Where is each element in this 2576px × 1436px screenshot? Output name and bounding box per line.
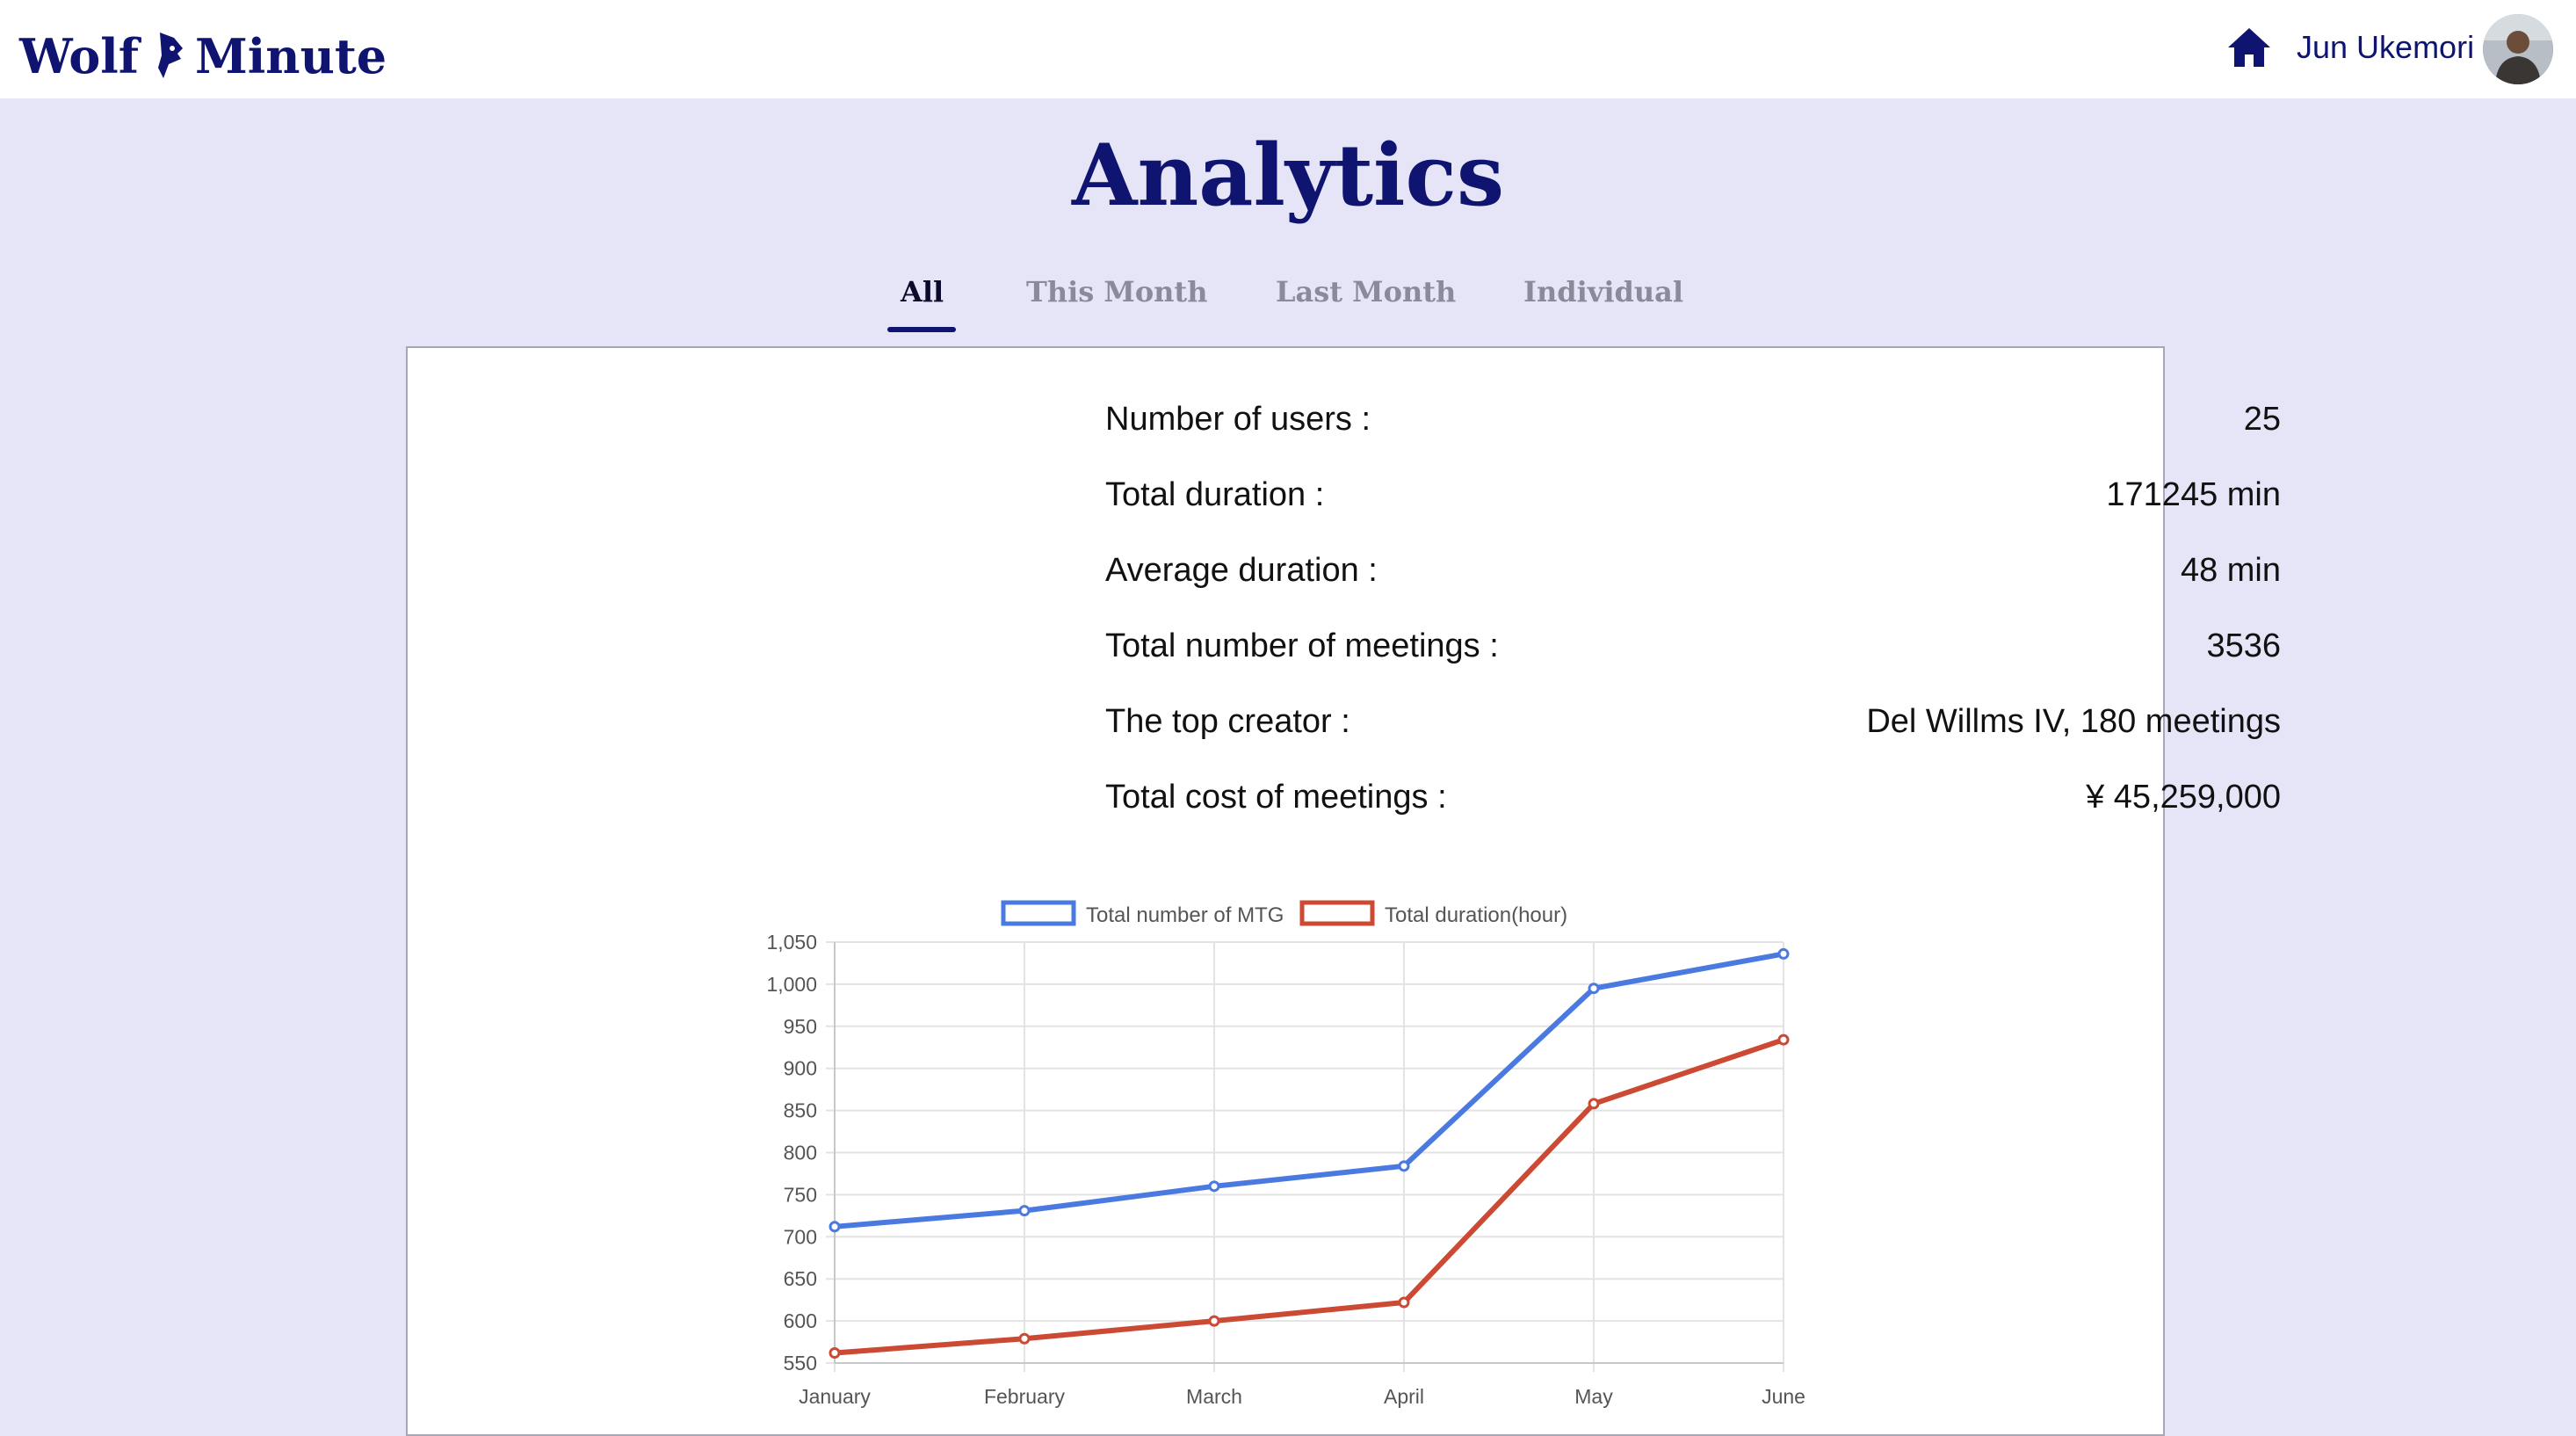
y-tick-label: 1,050: [766, 931, 817, 954]
x-tick-label: May: [1574, 1385, 1613, 1408]
x-tick-label: June: [1762, 1385, 1805, 1408]
legend-label: Total duration(hour): [1385, 903, 1567, 927]
y-tick-label: 650: [784, 1267, 817, 1290]
data-point: [1398, 1296, 1410, 1309]
x-tick-label: March: [1186, 1385, 1242, 1408]
legend-swatch: [1299, 900, 1375, 926]
y-tick-label: 900: [784, 1057, 817, 1080]
legend-label: Total number of MTG: [1086, 903, 1284, 927]
data-point: [1018, 1205, 1031, 1217]
series-line-2: [834, 1037, 1784, 1356]
data-point: [829, 1347, 841, 1360]
y-tick-label: 950: [784, 1015, 817, 1038]
data-point: [1777, 947, 1790, 960]
data-point: [1777, 1033, 1790, 1046]
data-point: [1208, 1180, 1220, 1193]
x-tick-label: February: [984, 1385, 1066, 1408]
y-tick-label: 550: [784, 1352, 817, 1374]
y-tick-label: 700: [784, 1225, 817, 1248]
y-tick-label: 600: [784, 1309, 817, 1332]
data-point: [1588, 1098, 1600, 1110]
data-point: [1588, 983, 1600, 995]
y-tick-label: 1,000: [766, 973, 817, 996]
data-point: [1018, 1332, 1031, 1345]
y-tick-label: 850: [784, 1099, 817, 1122]
y-tick-label: 800: [784, 1142, 817, 1164]
y-tick-label: 750: [784, 1183, 817, 1206]
data-point: [1398, 1160, 1410, 1172]
data-point: [829, 1221, 841, 1233]
x-tick-label: January: [799, 1385, 871, 1408]
legend-swatch: [1001, 900, 1076, 926]
x-tick-label: April: [1384, 1385, 1424, 1408]
meetings-line-chart: 1,050 1,000 950 900 850 800 750 700 650 600 550 Jan…: [766, 900, 1805, 1408]
data-point: [1208, 1315, 1220, 1327]
